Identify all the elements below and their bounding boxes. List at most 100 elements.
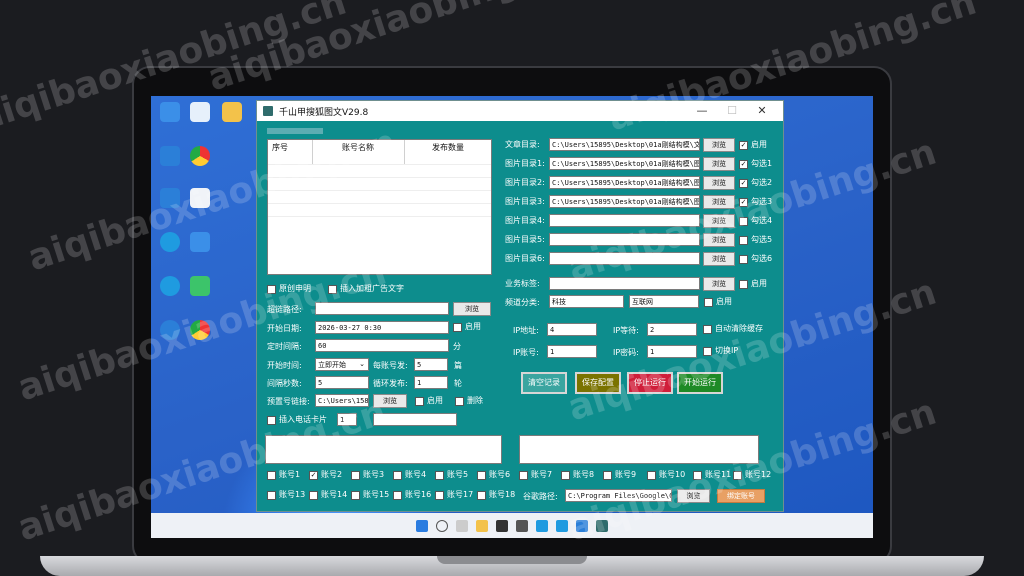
taskbar-app-icon[interactable] [536, 519, 548, 532]
account-table[interactable]: 序号 账号名称 发布数量 [267, 139, 492, 275]
account-checkbox[interactable] [435, 471, 444, 480]
account-checkbox[interactable] [693, 471, 702, 480]
start-date-input[interactable]: 2026-03-27 0:30 [315, 321, 449, 334]
desktop-icon[interactable] [185, 276, 215, 296]
account-checkbox[interactable] [733, 471, 742, 480]
loop-input[interactable]: 1 [414, 376, 448, 389]
ip-wait-input[interactable]: 2 [647, 323, 697, 336]
img-dir-browse-button[interactable]: 浏览 [703, 233, 735, 247]
ip-password-input[interactable]: 1 [647, 345, 697, 358]
img-dir-checkbox[interactable] [739, 198, 748, 207]
account-checkbox[interactable] [519, 471, 528, 480]
minimize-button[interactable]: — [687, 103, 717, 119]
account-checkbox[interactable] [477, 471, 486, 480]
account-checkbox[interactable] [477, 491, 486, 500]
account-checkbox[interactable] [267, 471, 276, 480]
article-browse-button[interactable]: 浏览 [703, 138, 735, 152]
img-dir-browse-button[interactable]: 浏览 [703, 157, 735, 171]
img-dir-input[interactable] [549, 252, 700, 265]
img-dir-browse-button[interactable]: 浏览 [703, 195, 735, 209]
img-dir-browse-button[interactable]: 浏览 [703, 176, 735, 190]
img-dir-input[interactable] [549, 233, 700, 246]
chrome-browse-button[interactable]: 浏览 [677, 489, 710, 503]
tag-input[interactable] [549, 277, 700, 290]
desktop-icon[interactable] [155, 320, 185, 340]
img-dir-browse-button[interactable]: 浏览 [703, 214, 735, 228]
article-enable-checkbox[interactable] [739, 141, 748, 150]
preset-enable-checkbox[interactable] [415, 397, 424, 406]
img-dir-input[interactable]: C:\Users\15895\Desktop\01a刚结构模\图 [549, 157, 700, 170]
preset-browse-button[interactable]: 浏览 [373, 394, 407, 408]
account-checkbox[interactable] [309, 491, 318, 500]
img-dir-input[interactable] [549, 214, 700, 227]
desktop-icon[interactable] [217, 102, 247, 122]
ip-account-input[interactable]: 1 [547, 345, 597, 358]
explorer-icon[interactable] [476, 519, 488, 532]
preset-link-input[interactable]: C:\Users\1589 [315, 394, 369, 407]
phone-card-text-input[interactable] [373, 413, 457, 426]
taskbar-app-icon[interactable] [576, 519, 588, 532]
link-path-input[interactable] [315, 302, 449, 315]
phone-card-input[interactable]: 1 [337, 413, 357, 426]
channel-enable-checkbox[interactable] [704, 298, 713, 307]
account-checkbox[interactable] [393, 471, 402, 480]
stop-button[interactable]: 停止运行 [627, 372, 673, 394]
account-checkbox[interactable] [603, 471, 612, 480]
start-time-select[interactable]: 立即开始 ⌄ [315, 358, 369, 371]
ip-addr-input[interactable]: 4 [547, 323, 597, 336]
img-dir-checkbox[interactable] [739, 179, 748, 188]
taskbar-app-icon[interactable] [496, 519, 508, 532]
account-checkbox[interactable] [351, 491, 360, 500]
save-config-button[interactable]: 保存配置 [575, 372, 621, 394]
timer-input[interactable]: 60 [315, 339, 449, 352]
edge-icon[interactable] [155, 276, 185, 296]
auto-clear-checkbox[interactable] [703, 325, 712, 334]
taskbar-app-icon[interactable] [516, 519, 528, 532]
img-dir-checkbox[interactable] [739, 236, 748, 245]
desktop-icon[interactable] [185, 188, 215, 208]
clear-records-button[interactable]: 清空记录 [521, 372, 567, 394]
desktop-icon[interactable] [185, 232, 215, 252]
start-date-enable-checkbox[interactable] [453, 323, 462, 332]
desktop-icon[interactable] [155, 102, 185, 122]
start-button[interactable]: 开始运行 [677, 372, 723, 394]
img-dir-checkbox[interactable] [739, 217, 748, 226]
start-icon[interactable] [416, 519, 428, 532]
insert-ad-checkbox[interactable] [328, 285, 337, 294]
preset-delete-checkbox[interactable] [455, 397, 464, 406]
edge-icon[interactable] [155, 232, 185, 252]
account-checkbox[interactable] [267, 491, 276, 500]
log-textarea-right[interactable] [519, 435, 759, 464]
close-button[interactable]: ✕ [747, 103, 777, 119]
account-checkbox[interactable] [393, 491, 402, 500]
img-dir-browse-button[interactable]: 浏览 [703, 252, 735, 266]
img-dir-checkbox[interactable] [739, 255, 748, 264]
taskbar-app-icon[interactable] [596, 519, 608, 532]
chrome-path-input[interactable]: C:\Program Files\Google\C [565, 489, 672, 502]
taskview-icon[interactable] [456, 519, 468, 532]
channel-input-1[interactable]: 科技 [549, 295, 624, 308]
article-dir-input[interactable]: C:\Users\15895\Desktop\01a刚结构模\文 [549, 138, 700, 151]
account-checkbox[interactable] [561, 471, 570, 480]
log-textarea-left[interactable] [265, 435, 502, 464]
taskbar-app-icon[interactable] [556, 519, 568, 532]
tag-enable-checkbox[interactable] [739, 280, 748, 289]
img-dir-checkbox[interactable] [739, 160, 748, 169]
img-dir-input[interactable]: C:\Users\15895\Desktop\01a刚结构模\图 [549, 176, 700, 189]
link-browse-button[interactable]: 浏览 [453, 302, 491, 316]
account-checkbox[interactable] [435, 491, 444, 500]
desktop-icon[interactable] [185, 102, 215, 122]
chrome-icon[interactable] [185, 320, 215, 340]
per-account-input[interactable]: 5 [414, 358, 448, 371]
tag-browse-button[interactable]: 浏览 [703, 277, 735, 291]
channel-input-2[interactable]: 互联网 [629, 295, 699, 308]
bind-account-button[interactable]: 绑定账号 [717, 489, 765, 503]
account-checkbox[interactable] [309, 471, 318, 480]
switch-ip-checkbox[interactable] [703, 347, 712, 356]
maximize-button[interactable]: ☐ [717, 103, 747, 119]
insert-phone-checkbox[interactable] [267, 416, 276, 425]
original-checkbox[interactable] [267, 285, 276, 294]
interval-input[interactable]: 5 [315, 376, 369, 389]
img-dir-input[interactable]: C:\Users\15895\Desktop\01a刚结构模\图 [549, 195, 700, 208]
search-icon[interactable] [436, 519, 448, 532]
